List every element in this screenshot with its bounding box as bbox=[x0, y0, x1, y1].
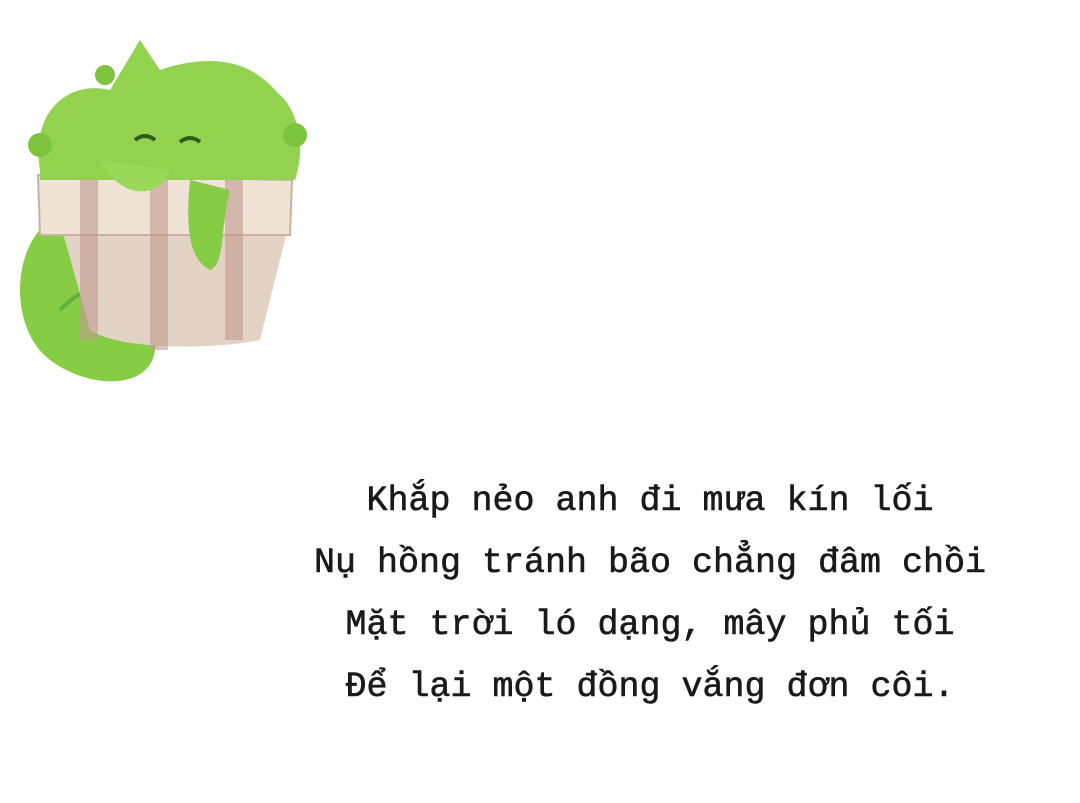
cat-in-pot-illustration bbox=[20, 40, 307, 382]
poem-line: Khắp nẻo anh đi mưa kín lối bbox=[366, 481, 934, 522]
poem-line: Mặt trời ló dạng, mây phủ tối bbox=[345, 605, 955, 646]
poem: Khắp nẻo anh đi mưa kín lối Nụ hồng trán… bbox=[300, 470, 1000, 718]
poem-line: Để lại một đồng vắng đơn côi. bbox=[345, 667, 955, 708]
poem-line: Nụ hồng tránh bão chẳng đâm chồi bbox=[313, 543, 987, 584]
